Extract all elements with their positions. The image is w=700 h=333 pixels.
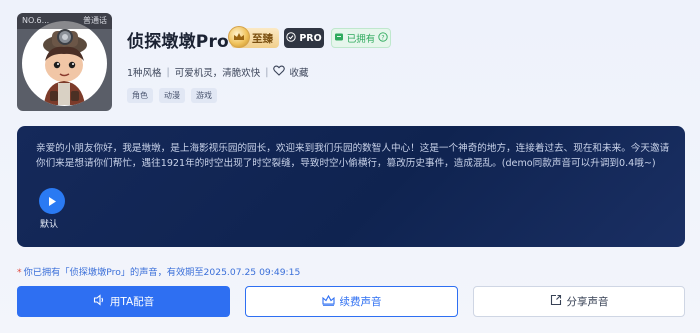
favorite-label: 收藏 xyxy=(289,68,309,79)
pro-badge: PRO xyxy=(284,28,324,48)
avatar-topbar: NO.6... 普通话 xyxy=(17,13,112,29)
use-voice-button[interactable]: 用TA配音 xyxy=(17,286,230,317)
voice-avatar[interactable]: NO.6... 普通话 xyxy=(17,13,112,111)
avatar-number: NO.6... xyxy=(22,16,50,25)
tag-item[interactable]: 动漫 xyxy=(159,88,185,103)
crown-outline-icon xyxy=(321,294,335,309)
heart-outline-icon xyxy=(273,65,286,79)
ticket-icon xyxy=(334,32,344,45)
detective-character-illustration xyxy=(43,29,87,105)
ownership-notice: * 你已拥有「侦探墩墩Pro」的声音，有效期至2025.07.25 09:49:1… xyxy=(17,264,300,278)
divider: | xyxy=(166,66,170,78)
voice-title: 侦探墩墩Pro xyxy=(127,32,229,52)
play-icon xyxy=(47,192,57,211)
style-count: 1种风格 xyxy=(127,68,162,79)
play-style-label: 默认 xyxy=(40,220,59,230)
shield-check-icon xyxy=(286,31,297,45)
intro-text: 亲爱的小朋友你好，我是墩墩，是上海影视乐园的园长，欢迎来到我们乐园的数智人中心！… xyxy=(36,143,670,169)
voice-meta: 1种风格 | 可爱机灵，清脆欢快 | 收藏 xyxy=(127,65,308,79)
tag-list: 角色 动漫 游戏 xyxy=(127,88,217,103)
voice-intro-card: 亲爱的小朋友你好，我是墩墩，是上海影视乐园的园长，欢迎来到我们乐园的数智人中心！… xyxy=(17,126,685,247)
voice-description: 可爱机灵，清脆欢快 xyxy=(174,68,261,79)
divider: | xyxy=(265,66,269,78)
renew-voice-label: 续费声音 xyxy=(339,296,382,308)
renew-voice-button[interactable]: 续费声音 xyxy=(245,286,458,317)
use-voice-label: 用TA配音 xyxy=(109,296,155,308)
svg-text:?: ? xyxy=(382,34,385,41)
avatar-language: 普通话 xyxy=(83,16,107,25)
avatar-image xyxy=(22,21,107,106)
crown-icon xyxy=(228,26,250,48)
question-circle-icon[interactable]: ? xyxy=(378,31,388,45)
tier-badge: 至臻 xyxy=(228,26,279,48)
tag-item[interactable]: 游戏 xyxy=(191,88,217,103)
tag-item[interactable]: 角色 xyxy=(127,88,153,103)
microphone-icon xyxy=(93,294,105,309)
notice-text: 你已拥有「侦探墩墩Pro」的声音，有效期至2025.07.25 09:49:15 xyxy=(23,267,301,278)
share-icon xyxy=(550,294,562,309)
pro-badge-label: PRO xyxy=(299,32,322,44)
share-voice-label: 分享声音 xyxy=(566,296,609,308)
owned-badge[interactable]: 已拥有 ? xyxy=(331,28,391,48)
favorite-button[interactable]: 收藏 xyxy=(273,65,308,79)
owned-badge-label: 已拥有 xyxy=(346,34,376,45)
notice-asterisk: * xyxy=(17,267,22,278)
tier-badge-label: 至臻 xyxy=(252,32,273,45)
share-voice-button[interactable]: 分享声音 xyxy=(473,286,685,317)
play-button[interactable] xyxy=(39,188,65,214)
